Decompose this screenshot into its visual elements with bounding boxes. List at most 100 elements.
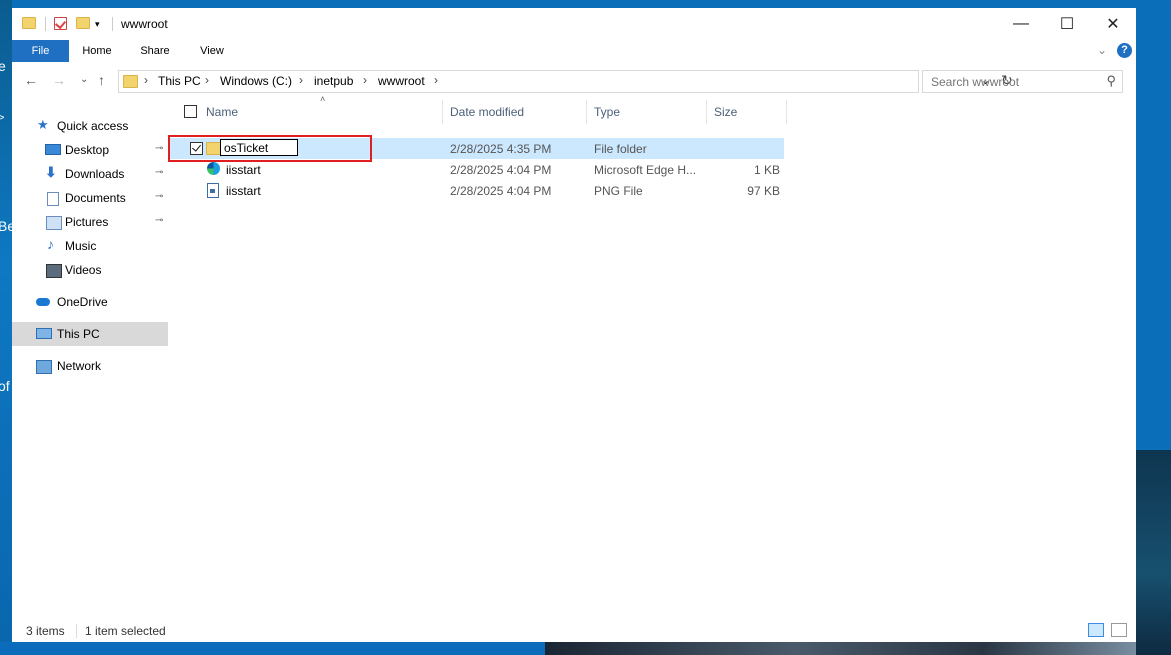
downloads-icon: ⬇ bbox=[45, 164, 57, 180]
help-icon[interactable]: ? bbox=[1117, 43, 1132, 58]
pin-icon: ⊸ bbox=[155, 143, 164, 154]
cell-name: iisstart bbox=[226, 163, 261, 177]
item-count: 3 items bbox=[26, 624, 65, 638]
recent-locations-button[interactable]: ⌄ bbox=[80, 74, 88, 85]
videos-icon bbox=[46, 264, 62, 278]
table-row[interactable]: iisstart 2/28/2025 4:04 PM Microsoft Edg… bbox=[170, 159, 784, 180]
star-icon: ★ bbox=[37, 117, 49, 132]
close-button[interactable]: ✕ bbox=[1090, 8, 1136, 40]
this-pc-icon bbox=[36, 328, 52, 339]
sidebar-item-downloads[interactable]: ⬇ Downloads ⊸ bbox=[12, 162, 168, 186]
desktop-text-fragment: of bbox=[0, 378, 10, 394]
sidebar-item-label: This PC bbox=[57, 327, 100, 341]
sidebar-item-pictures[interactable]: Pictures ⊸ bbox=[12, 210, 168, 234]
column-divider[interactable] bbox=[706, 100, 707, 124]
table-row[interactable]: iisstart 2/28/2025 4:04 PM PNG File 97 K… bbox=[170, 180, 784, 201]
breadcrumb-wwwroot[interactable]: wwwroot bbox=[378, 74, 425, 88]
cell-type: PNG File bbox=[594, 184, 643, 198]
annotation-highlight-box bbox=[168, 135, 372, 162]
sidebar-item-onedrive[interactable]: OneDrive bbox=[12, 290, 168, 314]
sidebar-item-label: Pictures bbox=[65, 215, 109, 229]
title-bar: ▾ wwwroot — ☐ ✕ bbox=[12, 8, 1136, 40]
column-header-name[interactable]: Name bbox=[200, 100, 440, 124]
pictures-icon bbox=[46, 216, 62, 230]
column-header-label: Size bbox=[714, 105, 738, 119]
address-bar[interactable]: › This PC › Windows (C:) › inetpub › www… bbox=[118, 70, 1013, 93]
ribbon-collapse-icon[interactable]: ⌄ bbox=[1097, 43, 1107, 57]
cell-name: iisstart bbox=[226, 184, 261, 198]
column-header-date-modified[interactable]: Date modified bbox=[444, 100, 586, 124]
select-all-checkbox[interactable] bbox=[184, 105, 197, 118]
table-row[interactable]: 2/28/2025 4:35 PM File folder bbox=[168, 135, 784, 162]
image-file-icon bbox=[207, 183, 219, 198]
sidebar-item-label: Network bbox=[57, 359, 102, 373]
cell-type: Microsoft Edge H... bbox=[594, 163, 697, 177]
sidebar-item-this-pc[interactable]: This PC bbox=[12, 322, 168, 346]
window-title: wwwroot bbox=[121, 17, 168, 31]
sidebar-item-desktop[interactable]: Desktop ⊸ bbox=[12, 138, 168, 162]
forward-button[interactable]: → bbox=[52, 72, 66, 88]
breadcrumb-separator[interactable]: › bbox=[434, 73, 438, 87]
column-header-label: Date modified bbox=[450, 105, 525, 119]
pin-icon: ⊸ bbox=[155, 215, 164, 226]
tab-home[interactable]: Home bbox=[74, 40, 120, 62]
window-folder-icon bbox=[22, 17, 36, 29]
column-header-size[interactable]: Size bbox=[708, 100, 786, 124]
search-input[interactable] bbox=[929, 74, 1103, 90]
desktop-icon bbox=[45, 144, 61, 155]
new-folder-icon[interactable] bbox=[76, 17, 90, 29]
column-header-type[interactable]: Type bbox=[588, 100, 706, 124]
properties-icon[interactable] bbox=[54, 17, 67, 30]
navigation-pane: ★ Quick access Desktop ⊸ ⬇ Downloads ⊸ D… bbox=[12, 108, 170, 628]
breadcrumb-separator[interactable]: › bbox=[205, 73, 209, 87]
sidebar-item-label: Quick access bbox=[57, 119, 129, 133]
tab-view[interactable]: View bbox=[189, 40, 235, 62]
pin-icon: ⊸ bbox=[155, 191, 164, 202]
onedrive-icon bbox=[36, 298, 50, 306]
cell-size: 97 KB bbox=[747, 184, 780, 198]
search-icon[interactable]: ⚲ bbox=[1106, 73, 1116, 89]
cell-date: 2/28/2025 4:04 PM bbox=[450, 163, 552, 177]
column-divider[interactable] bbox=[442, 100, 443, 124]
address-folder-icon bbox=[123, 75, 138, 88]
up-button[interactable]: ↑ bbox=[98, 72, 105, 88]
breadcrumb-separator[interactable]: › bbox=[363, 73, 367, 87]
search-box[interactable]: ⚲ bbox=[922, 70, 1123, 93]
breadcrumb-separator[interactable]: › bbox=[299, 73, 303, 87]
sidebar-item-label: OneDrive bbox=[57, 295, 108, 309]
address-row: ← → ⌄ ↑ › This PC › Windows (C:) › inetp… bbox=[12, 68, 1136, 94]
sidebar-item-network[interactable]: Network bbox=[12, 354, 168, 378]
cell-size: 1 KB bbox=[753, 163, 780, 177]
ribbon-tabs: File Home Share View ⌄ ? bbox=[12, 40, 1136, 62]
column-header-label: Type bbox=[594, 105, 621, 119]
minimize-button[interactable]: — bbox=[998, 8, 1044, 40]
maximize-button[interactable]: ☐ bbox=[1044, 8, 1090, 40]
customize-toolbar-icon[interactable]: ▾ bbox=[95, 19, 100, 30]
breadcrumb-this-pc[interactable]: This PC bbox=[158, 74, 201, 88]
sidebar-item-label: Documents bbox=[65, 191, 126, 205]
tab-file[interactable]: File bbox=[12, 40, 69, 62]
sidebar-item-label: Music bbox=[65, 239, 97, 253]
details-view-icon[interactable] bbox=[1088, 623, 1104, 637]
title-separator bbox=[112, 17, 113, 31]
back-button[interactable]: ← bbox=[24, 72, 38, 88]
breadcrumb-inetpub[interactable]: inetpub bbox=[314, 74, 353, 88]
desktop-background-right bbox=[1136, 450, 1171, 655]
sidebar-item-documents[interactable]: Documents ⊸ bbox=[12, 186, 168, 210]
file-explorer-window: ▾ wwwroot — ☐ ✕ File Home Share View ⌄ ?… bbox=[12, 8, 1136, 642]
tab-share[interactable]: Share bbox=[132, 40, 178, 62]
qa-separator bbox=[45, 17, 46, 31]
large-icons-view-icon[interactable] bbox=[1111, 623, 1127, 637]
breadcrumb-windows-c[interactable]: Windows (C:) bbox=[220, 74, 292, 88]
sidebar-item-label: Downloads bbox=[65, 167, 125, 181]
desktop-background-left: e > Be of bbox=[0, 0, 15, 655]
sidebar-item-label: Videos bbox=[65, 263, 102, 277]
cell-type: File folder bbox=[594, 142, 647, 156]
sidebar-item-videos[interactable]: Videos bbox=[12, 258, 168, 282]
column-divider[interactable] bbox=[586, 100, 587, 124]
documents-icon bbox=[47, 192, 59, 206]
breadcrumb-separator[interactable]: › bbox=[144, 73, 148, 87]
sidebar-item-music[interactable]: ♪ Music bbox=[12, 234, 168, 258]
sidebar-item-quick-access[interactable]: ★ Quick access bbox=[12, 114, 168, 138]
column-divider[interactable] bbox=[786, 100, 787, 124]
